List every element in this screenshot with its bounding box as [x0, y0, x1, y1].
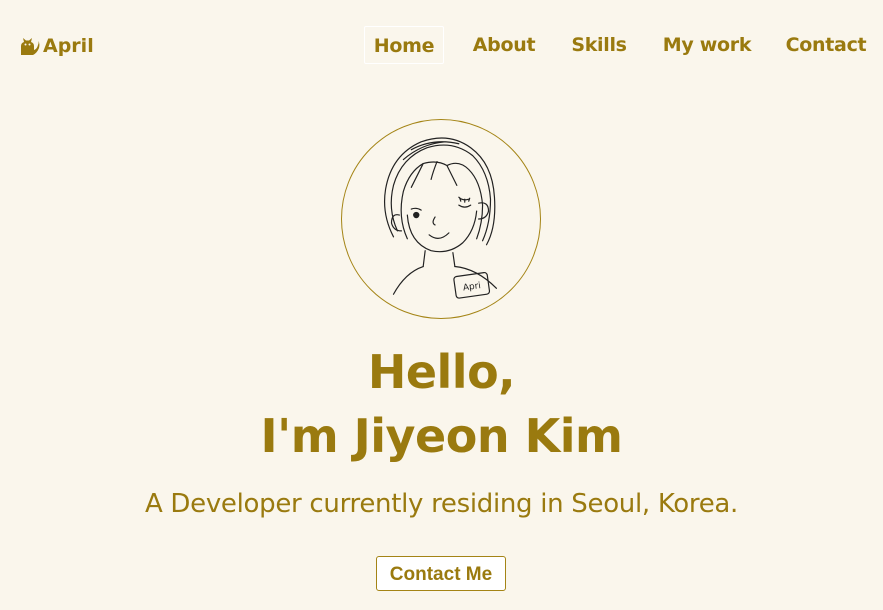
nav-item-skills[interactable]: Skills — [570, 26, 628, 64]
navbar: April Home About Skills My work Contact — [0, 0, 883, 92]
nav-item-my-work[interactable]: My work — [659, 26, 755, 64]
hero-subtitle: A Developer currently residing in Seoul,… — [144, 489, 739, 519]
nav-item-home[interactable]: Home — [364, 26, 444, 64]
contact-me-button[interactable]: Contact Me — [376, 556, 506, 591]
hero-title-line2: I'm Jiyeon Kim — [260, 409, 623, 463]
nav-item-contact[interactable]: Contact — [782, 26, 870, 64]
svg-text:Apri: Apri — [462, 281, 481, 293]
navbar-logo[interactable]: April — [18, 34, 94, 58]
navbar-logo-label: April — [43, 35, 94, 57]
cat-icon — [18, 36, 40, 56]
nav-item-about[interactable]: About — [470, 26, 538, 64]
avatar: Apri — [341, 119, 541, 319]
hero-title-line1: Hello, — [367, 345, 516, 399]
